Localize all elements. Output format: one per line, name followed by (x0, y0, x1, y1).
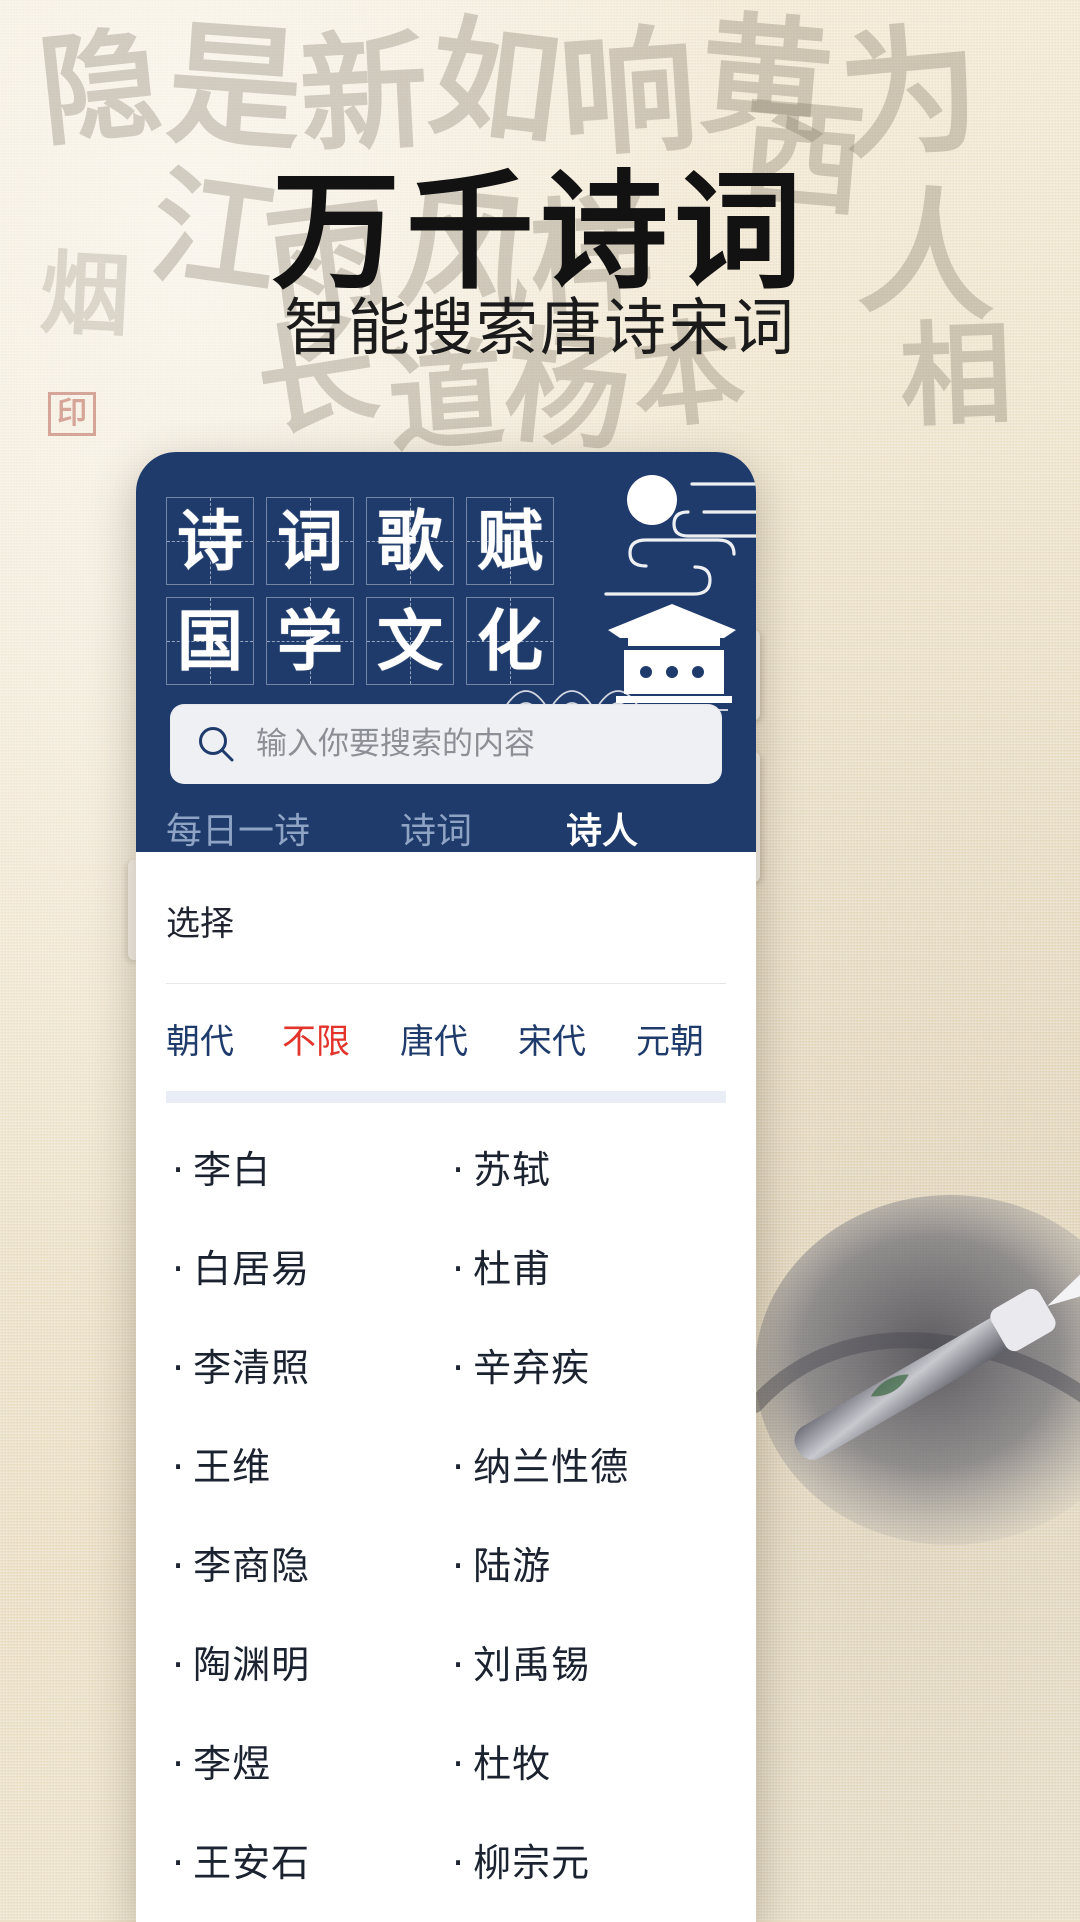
tab-poets[interactable]: 诗人 (562, 802, 642, 852)
poet-name: 王维 (193, 1445, 272, 1489)
filter-option-yuan[interactable]: 元朝 (636, 1014, 704, 1063)
poet-name: 陶渊明 (193, 1643, 311, 1687)
poet-name: 辛弃疾 (473, 1346, 591, 1390)
bullet-icon: · (172, 1148, 186, 1192)
grid-char: 学 (277, 602, 343, 680)
poet-name: 杜牧 (473, 1742, 552, 1786)
grid-cell: 赋 (466, 497, 554, 585)
filter-option-song[interactable]: 宋代 (518, 1014, 586, 1063)
tab-daily-poem[interactable]: 每日一诗 (162, 802, 314, 852)
hero-section: 万千诗词 智能搜索唐诗宋词 (0, 0, 1080, 452)
tab-poetry[interactable]: 诗词 (396, 802, 476, 852)
app-body: 选择 朝代 不限 唐代 宋代 元朝 · 李白 · 苏轼 · 白居易 · 杜甫 · 李清照 … (136, 852, 756, 1922)
bullet-icon: · (172, 1445, 186, 1489)
poet-name: 刘禹锡 (473, 1643, 591, 1687)
app-header: 诗 词 歌 赋 国 学 文 化 输入你要搜索的内容 每日一诗 诗词 诗人 (136, 452, 756, 852)
search-icon (199, 727, 234, 762)
search-box[interactable] (170, 704, 722, 784)
list-item[interactable]: · 李煜 (166, 1711, 446, 1810)
grid-char: 词 (277, 502, 343, 580)
grid-char: 赋 (477, 502, 543, 580)
bullet-icon: · (452, 1544, 466, 1588)
bullet-icon: · (172, 1841, 186, 1885)
poet-name: 李煜 (193, 1742, 272, 1786)
moon-icon (627, 475, 677, 525)
list-item[interactable]: · 李清照 (166, 1315, 446, 1414)
poet-name: 纳兰性德 (473, 1445, 630, 1489)
poet-name: 白居易 (193, 1247, 311, 1291)
poet-name: 李白 (193, 1148, 272, 1192)
list-item[interactable]: · 陶渊明 (166, 1612, 446, 1711)
list-item[interactable]: · 李商隐 (166, 1513, 446, 1612)
grid-char: 歌 (377, 502, 443, 580)
tab-label: 每日一诗 (166, 811, 311, 852)
section-title: 选择 (166, 904, 234, 944)
bullet-icon: · (172, 1544, 186, 1588)
poet-name: 苏轼 (473, 1148, 552, 1192)
list-item[interactable]: · 苏轼 (446, 1117, 726, 1216)
bullet-icon: · (172, 1643, 186, 1687)
poet-name: 柳宗元 (473, 1841, 591, 1885)
bullet-icon: · (452, 1742, 466, 1786)
bullet-icon: · (452, 1445, 466, 1489)
poet-name: 李商隐 (193, 1544, 311, 1588)
bullet-icon: · (452, 1643, 466, 1687)
bullet-icon: · (452, 1148, 466, 1192)
bullet-icon: · (172, 1742, 186, 1786)
bullet-icon: · (452, 1247, 466, 1291)
search-bar[interactable] (170, 704, 722, 784)
list-item[interactable]: · 杜甫 (446, 1216, 726, 1315)
filter-section-separator (166, 1091, 726, 1103)
tab-bar[interactable]: 每日一诗 诗词 诗人 (136, 802, 756, 852)
list-item[interactable]: · 杜牧 (446, 1711, 726, 1810)
bullet-icon: · (172, 1346, 186, 1390)
grid-cell: 国 (166, 597, 254, 685)
poet-name: 李清照 (193, 1346, 311, 1390)
filter-label-dynasty: 朝代 (166, 1022, 234, 1062)
grid-cell: 诗 (166, 497, 254, 585)
grid-cell: 化 (466, 597, 554, 685)
filter-option-any[interactable]: 不限 (282, 1014, 350, 1063)
grid-cell: 文 (366, 597, 454, 685)
poet-name: 王安石 (193, 1841, 311, 1885)
list-item[interactable]: · 刘禹锡 (446, 1612, 726, 1711)
grid-char: 诗 (177, 502, 243, 580)
filter-option-tang[interactable]: 唐代 (400, 1014, 468, 1063)
tab-label: 诗词 (400, 811, 473, 852)
bullet-icon: · (452, 1346, 466, 1390)
grid-char: 文 (377, 602, 443, 680)
grid-cell: 歌 (366, 497, 454, 585)
list-item[interactable]: · 李白 (166, 1117, 446, 1216)
tab-label: 诗人 (566, 811, 639, 852)
poet-name: 杜甫 (473, 1247, 552, 1291)
bullet-icon: · (172, 1247, 186, 1291)
poet-list[interactable]: · 李白 · 苏轼 · 白居易 · 杜甫 · 李清照 · 辛弃疾 · 王维 · 纳兰性德 · 李商… (136, 1117, 756, 1909)
list-item[interactable]: · 柳宗元 (446, 1810, 726, 1909)
dynasty-filter-row[interactable]: 朝代 不限 唐代 宋代 元朝 (136, 984, 756, 1063)
list-item[interactable]: · 辛弃疾 (446, 1315, 726, 1414)
phone-mockup: 诗 词 歌 赋 国 学 文 化 输入你要搜索的内容 每日一诗 诗词 诗人 选择 … (136, 452, 756, 1922)
list-item[interactable]: · 白居易 (166, 1216, 446, 1315)
search-input[interactable] (256, 726, 696, 762)
list-item[interactable]: · 陆游 (446, 1513, 726, 1612)
grid-char: 国 (177, 602, 243, 680)
list-item[interactable]: · 王安石 (166, 1810, 446, 1909)
page-subtitle: 智能搜索唐诗宋词 (283, 291, 796, 364)
grid-cell: 学 (266, 597, 354, 685)
list-item[interactable]: · 纳兰性德 (446, 1414, 726, 1513)
list-item[interactable]: · 王维 (166, 1414, 446, 1513)
grid-cell: 词 (266, 497, 354, 585)
bullet-icon: · (452, 1841, 466, 1885)
poet-name: 陆游 (473, 1544, 552, 1588)
grid-char: 化 (477, 602, 543, 680)
